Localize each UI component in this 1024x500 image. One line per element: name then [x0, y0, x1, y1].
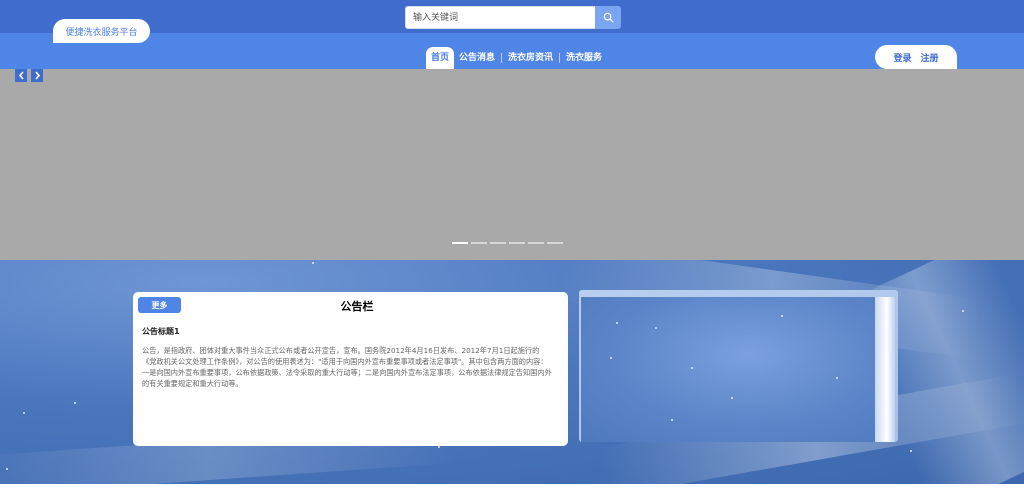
background-sparkle	[6, 468, 8, 470]
announcement-item-body: 公告，是指政府、团体对重大事件当众正式公布或者公开宣告，宣布。国务院2012年4…	[142, 346, 552, 388]
carousel-dot[interactable]	[509, 242, 525, 244]
image-sparkle	[610, 357, 612, 359]
carousel-next-button[interactable]	[31, 69, 43, 82]
search-button[interactable]	[595, 6, 621, 29]
carousel-dot[interactable]	[452, 242, 468, 244]
carousel-dot[interactable]	[528, 242, 544, 244]
nav-divider	[501, 53, 503, 63]
nav-item-home[interactable]: 首页	[426, 47, 455, 69]
chevron-right-icon	[34, 71, 40, 80]
brand-title: 便捷洗衣服务平台	[65, 27, 138, 38]
carousel-prev-button[interactable]	[15, 69, 27, 82]
carousel-dot[interactable]	[547, 242, 563, 244]
register-link[interactable]: 注册	[921, 51, 939, 64]
image-sparkle	[691, 367, 693, 369]
image-sparkle	[616, 322, 618, 324]
feature-image-edge	[875, 297, 895, 442]
carousel-dot[interactable]	[490, 242, 506, 244]
feature-image	[581, 297, 886, 442]
background-sparkle	[962, 310, 964, 312]
brand-logo-tab[interactable]: 便捷洗衣服务平台	[53, 19, 150, 43]
announcement-panel: 更多 公告栏 公告标题1 公告，是指政府、团体对重大事件当众正式公布或者公开宣告…	[133, 292, 568, 446]
announcement-heading: 公告栏	[340, 300, 374, 313]
image-sparkle	[836, 377, 838, 379]
background-sparkle	[312, 262, 314, 264]
chevron-left-icon	[18, 71, 24, 80]
nav-divider	[559, 53, 561, 63]
image-sparkle	[731, 397, 733, 399]
banner-carousel	[0, 69, 1024, 260]
page-footer-strip	[0, 484, 1024, 500]
image-sparkle	[655, 327, 657, 329]
background-sparkle	[910, 450, 912, 452]
main-nav: 首页 公告消息 洗衣房资讯 洗衣服务	[426, 47, 607, 69]
image-sparkle	[781, 315, 783, 317]
background-sparkle	[438, 446, 440, 448]
background-sparkle	[74, 402, 76, 404]
announcement-item-title[interactable]: 公告标题1	[142, 326, 180, 337]
auth-tab: 登录 注册	[875, 45, 957, 69]
nav-item-announcements[interactable]: 公告消息	[454, 47, 500, 69]
background-sparkle	[23, 412, 25, 414]
nav-item-laundry-service[interactable]: 洗衣服务	[561, 47, 607, 69]
search-icon	[603, 12, 613, 23]
carousel-dot[interactable]	[471, 242, 487, 244]
search-input[interactable]	[405, 6, 595, 29]
search-box	[405, 6, 621, 29]
image-sparkle	[671, 419, 673, 421]
nav-item-laundry-news[interactable]: 洗衣房资讯	[503, 47, 558, 69]
login-link[interactable]: 登录	[893, 51, 911, 64]
carousel-indicators	[452, 242, 563, 244]
